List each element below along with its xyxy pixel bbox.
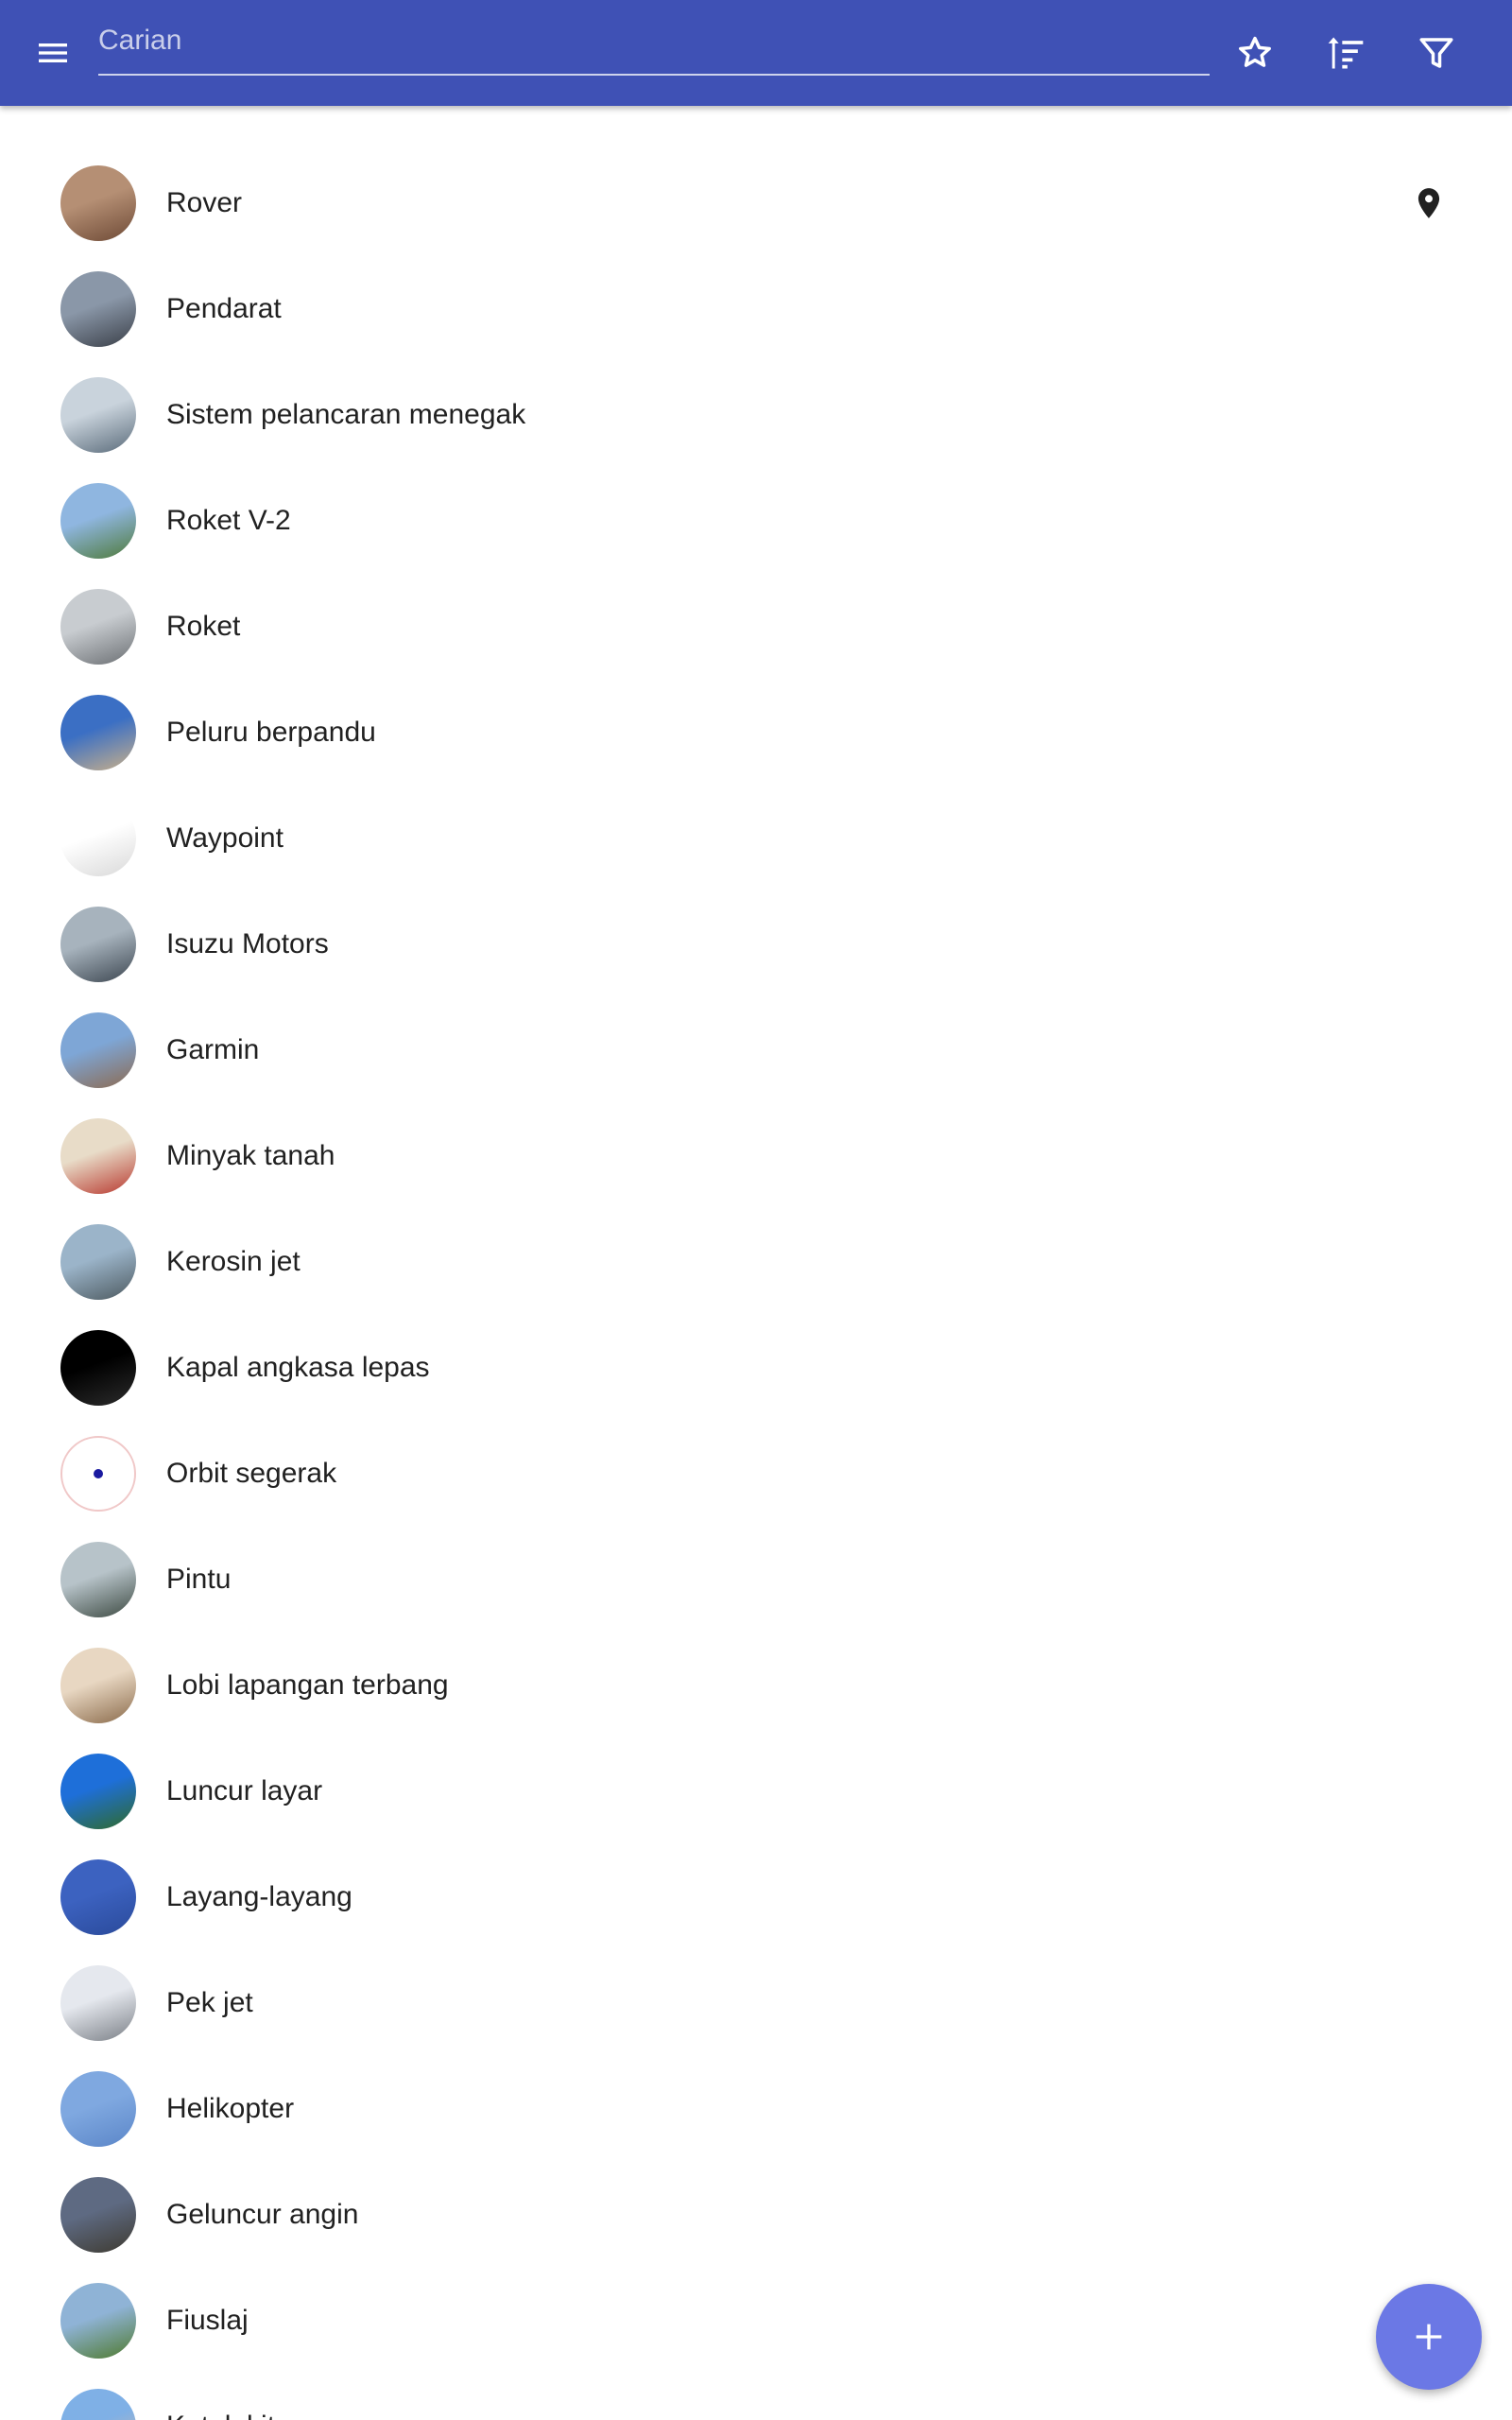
item-label: Kerosin jet [166,1246,301,1277]
item-thumbnail [60,165,136,241]
search-field [98,13,1210,76]
list-item[interactable]: Helikopter [0,2056,1512,2162]
item-thumbnail [60,2071,136,2147]
menu-button[interactable] [23,23,83,83]
filter-button[interactable] [1406,23,1467,83]
star-outline-icon [1239,36,1271,67]
app-bar [0,0,1512,106]
item-label: Pek jet [166,1987,253,2018]
item-label: Helikopter [166,2093,295,2124]
item-label: Lobi lapangan terbang [166,1669,449,1701]
item-thumbnail [60,2283,136,2359]
menu-icon [39,43,67,62]
search-input[interactable] [98,13,1210,74]
list-item[interactable]: Garmin [0,997,1512,1103]
item-thumbnail [60,1754,136,1829]
item-thumbnail [60,1224,136,1300]
item-label: Rover [166,187,243,218]
list-item[interactable]: Geluncur angin [0,2162,1512,2268]
item-label: Garmin [166,1034,260,1065]
article-list: Rover Pendarat Sistem pelancaran menegak Ro… [0,106,1512,2420]
list-item[interactable]: Sistem pelancaran menegak [0,362,1512,468]
add-button[interactable] [1376,2284,1482,2390]
item-thumbnail [60,1118,136,1194]
item-thumbnail [60,589,136,665]
item-label: Roket [166,611,241,642]
item-label: Fiuslaj [166,2305,249,2336]
item-label: Pendarat [166,293,282,324]
item-label: Roket V-2 [166,505,291,536]
item-thumbnail [60,1648,136,1723]
orbit-dot-icon [94,1469,103,1478]
item-thumbnail [60,271,136,347]
item-thumbnail [60,483,136,559]
item-label: Isuzu Motors [166,928,329,959]
item-label: Minyak tanah [166,1140,335,1171]
list-item[interactable]: Isuzu Motors [0,891,1512,997]
item-thumbnail [60,1436,136,1512]
list-item[interactable]: Minyak tanah [0,1103,1512,1209]
filter-icon [1419,38,1453,68]
list-item[interactable]: Roket [0,574,1512,680]
list-item[interactable]: Pek jet [0,1950,1512,2056]
list-item[interactable]: Rover [0,150,1512,256]
list-item[interactable]: Lobi lapangan terbang [0,1633,1512,1738]
list-item[interactable]: Kapal angkasa lepas [0,1315,1512,1421]
item-thumbnail [60,1012,136,1088]
list-item[interactable]: Layang-layang [0,1844,1512,1950]
list-item[interactable]: Roket V-2 [0,468,1512,574]
location-pin-icon [1418,188,1440,218]
sort-button[interactable] [1315,23,1376,83]
item-thumbnail [60,801,136,876]
item-label: Geluncur angin [166,2199,359,2230]
list-item[interactable]: Pendarat [0,256,1512,362]
item-thumbnail [60,1330,136,1406]
list-item[interactable]: Kerosin jet [0,1209,1512,1315]
list-item[interactable]: Peluru berpandu [0,680,1512,786]
item-thumbnail [60,2177,136,2253]
list-item[interactable]: Katak kit [0,2374,1512,2420]
item-thumbnail [60,907,136,982]
item-label: Peluru berpandu [166,717,376,748]
item-label: Layang-layang [166,1881,352,1912]
sort-icon [1328,37,1364,69]
item-label: Katak kit [166,2374,275,2420]
list-item[interactable]: Luncur layar [0,1738,1512,1844]
item-label: Luncur layar [166,1775,323,1806]
list-item[interactable]: Fiuslaj [0,2268,1512,2374]
item-label: Waypoint [166,822,284,854]
list-item[interactable]: Orbit segerak [0,1421,1512,1527]
item-thumbnail [60,377,136,453]
item-thumbnail [60,2389,136,2420]
plus-icon [1416,2324,1442,2350]
item-thumbnail [60,1542,136,1617]
favorites-button[interactable] [1225,23,1285,83]
item-thumbnail [60,695,136,770]
list-item[interactable]: Pintu [0,1527,1512,1633]
nearby-location-button[interactable] [1399,173,1459,233]
list-item[interactable]: Waypoint [0,786,1512,891]
item-label: Sistem pelancaran menegak [166,399,526,430]
item-label: Orbit segerak [166,1458,337,1489]
item-label: Pintu [166,1564,232,1595]
item-thumbnail [60,1859,136,1935]
item-label: Kapal angkasa lepas [166,1352,430,1383]
item-thumbnail [60,1965,136,2041]
